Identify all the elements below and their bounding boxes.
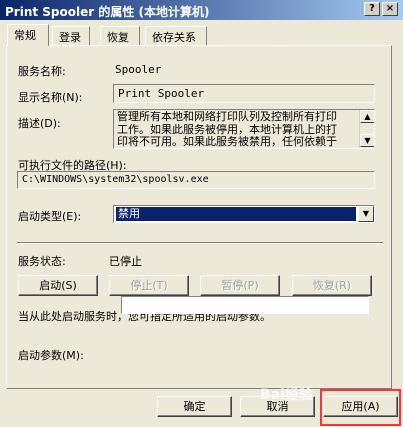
service-status-value: 已停止 bbox=[109, 255, 142, 268]
service-name-label: 服务名称: bbox=[18, 65, 66, 78]
startup-type-select[interactable]: 禁用 ▼ bbox=[113, 205, 375, 223]
start-button[interactable]: 启动(S) bbox=[18, 275, 98, 296]
tab-dependencies[interactable]: 依存关系 bbox=[145, 26, 207, 45]
ok-button[interactable]: 确定 bbox=[157, 396, 232, 417]
watermark: Bai经验 bbox=[260, 387, 313, 403]
description-label: 描述(D): bbox=[18, 117, 61, 130]
service-status-label: 服务状态: bbox=[18, 255, 66, 268]
divider bbox=[17, 242, 383, 244]
display-name-field[interactable]: Print Spooler bbox=[113, 84, 375, 103]
chevron-down-icon[interactable]: ▼ bbox=[358, 206, 374, 222]
startup-type-value: 禁用 bbox=[116, 207, 356, 221]
description-line: 印将不可用。如果此服务被禁用，任何依赖于 bbox=[117, 136, 337, 148]
window-title: Print Spooler 的属性 (本地计算机) bbox=[5, 5, 210, 19]
description-line: 工作。如果此服务被停用，本地计算机上的打 bbox=[117, 123, 337, 136]
description-line: 管理所有本地和网络打印队列及控制所有打印 bbox=[117, 111, 337, 123]
start-params-input[interactable] bbox=[121, 296, 369, 314]
resume-button[interactable]: 恢复(R) bbox=[292, 275, 372, 296]
stop-button[interactable]: 停止(T) bbox=[109, 275, 189, 296]
help-button[interactable]: ? bbox=[364, 2, 380, 16]
description-box[interactable]: 管理所有本地和网络打印队列及控制所有打印 工作。如果此服务被停用，本地计算机上的… bbox=[113, 109, 375, 149]
title-bar: Print Spooler 的属性 (本地计算机) ? × bbox=[0, 0, 403, 20]
general-tab-panel: 服务名称: Spooler 显示名称(N): Print Spooler 描述(… bbox=[6, 45, 392, 389]
exe-path-field: C:\WINDOWS\system32\spoolsv.exe bbox=[17, 171, 375, 189]
scroll-up-icon[interactable]: ▲ bbox=[360, 110, 374, 123]
tab-general[interactable]: 常规 bbox=[7, 24, 49, 46]
service-name-value: Spooler bbox=[115, 63, 162, 76]
close-button[interactable]: × bbox=[382, 2, 398, 16]
description-scrollbar[interactable]: ▲ ▼ bbox=[359, 110, 374, 148]
tab-recovery[interactable]: 恢复 bbox=[100, 26, 140, 45]
startup-type-label: 启动类型(E): bbox=[18, 210, 82, 223]
display-name-label: 显示名称(N): bbox=[18, 91, 83, 104]
start-params-label: 启动参数(M): bbox=[18, 349, 84, 362]
tab-logon[interactable]: 登录 bbox=[52, 26, 90, 45]
scroll-down-icon[interactable]: ▼ bbox=[360, 134, 374, 147]
pause-button[interactable]: 暂停(P) bbox=[200, 275, 280, 296]
